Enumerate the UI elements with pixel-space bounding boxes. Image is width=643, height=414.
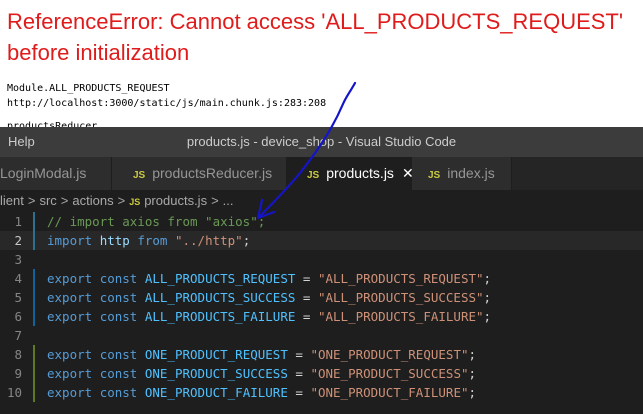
window-title: products.js - device_shop - Visual Studi… [186,134,457,149]
tab-label: index.js [447,165,495,181]
line-number: 9 [14,366,22,381]
tab-label: productsReducer.js [152,165,273,181]
gutter-change-marker [33,345,35,364]
code-text: export const ALL_PRODUCTS_REQUEST = "ALL… [47,271,492,286]
line-number: 10 [6,385,22,400]
js-file-icon: JS [428,170,441,181]
breadcrumb-item[interactable]: lient [0,190,24,212]
browser-error-overlay: ReferenceError: Cannot access 'ALL_PRODU… [0,0,643,132]
code-line[interactable]: 6 export const ALL_PRODUCTS_FAILURE = "AL… [0,307,643,326]
code-text: export const ONE_PRODUCT_SUCCESS = "ONE_… [47,366,477,381]
breadcrumb-file[interactable]: products.js [144,190,207,212]
code-line[interactable]: 9 export const ONE_PRODUCT_SUCCESS = "ONE… [0,364,643,383]
line-number: 6 [14,309,22,324]
error-stack-line: Module.ALL_PRODUCTS_REQUEST [7,83,170,94]
code-line[interactable]: 1 // import axios from "axios"; [0,212,643,231]
gutter-change-marker [33,269,35,288]
error-title: ReferenceError: Cannot access 'ALL_PRODU… [7,9,624,65]
code-editor[interactable]: 1 // import axios from "axios"; 2 import ht… [0,212,643,414]
code-text: export const ONE_PRODUCT_FAILURE = "ONE_… [47,385,477,400]
code-line[interactable]: 7 [0,326,643,345]
tab-products-reducer[interactable]: JS productsReducer.js [112,157,287,190]
line-number: 1 [14,214,22,229]
chevron-right-icon: > [117,193,126,208]
gutter-change-marker [33,212,35,231]
tab-index[interactable]: JS index.js [412,157,512,190]
error-stack-link[interactable]: http://localhost:3000/static/js/main.chu… [7,98,326,109]
gutter-change-marker [33,231,35,250]
code-line[interactable]: 2 import http from "../http"; [0,231,643,250]
code-text: export const ALL_PRODUCTS_SUCCESS = "ALL… [47,290,492,305]
js-file-icon: JS [133,170,146,181]
js-file-icon: JS [129,197,141,207]
menu-help[interactable]: Help [8,134,35,149]
code-line[interactable]: 5 export const ALL_PRODUCTS_SUCCESS = "AL… [0,288,643,307]
code-text: export const ALL_PRODUCTS_FAILURE = "ALL… [47,309,492,324]
line-number: 3 [14,252,22,267]
breadcrumb-item[interactable]: actions [72,190,113,212]
gutter-change-marker [33,307,35,326]
line-number: 4 [14,271,22,286]
breadcrumb-symbols[interactable]: ... [223,190,234,212]
code-line[interactable]: 4 export const ALL_PRODUCTS_REQUEST = "AL… [0,269,643,288]
editor-tab-bar: LoginModal.js JS productsReducer.js JS pro… [0,157,643,190]
tab-login-modal[interactable]: LoginModal.js [0,157,112,190]
line-number: 2 [14,233,22,248]
gutter-change-marker [33,364,35,383]
line-number: 5 [14,290,22,305]
tab-products[interactable]: JS products.js ✕ [287,157,414,190]
title-bar: products.js - device_shop - Visual Studi… [0,127,643,157]
gutter-change-marker [33,288,35,307]
chevron-right-icon: > [27,193,36,208]
line-number: 7 [14,328,22,343]
chevron-right-icon: > [60,193,69,208]
vscode-window: products.js - device_shop - Visual Studi… [0,127,643,414]
breadcrumb-item[interactable]: src [39,190,56,212]
js-file-icon: JS [307,170,320,181]
code-line[interactable]: 8 export const ONE_PRODUCT_REQUEST = "ONE… [0,345,643,364]
code-line[interactable]: 10 export const ONE_PRODUCT_FAILURE = "ON… [0,383,643,402]
code-line[interactable]: 3 [0,250,643,269]
code-text: import http from "../http"; [47,233,251,248]
breadcrumb: lient > src > actions > JS products.js >... [0,190,643,212]
chevron-right-icon: > [211,193,219,208]
tab-label: products.js [326,165,394,181]
code-text: export const ONE_PRODUCT_REQUEST = "ONE_… [47,347,477,362]
code-text: // import axios from "axios"; [47,214,266,229]
gutter-change-marker [33,383,35,402]
tab-label: LoginModal.js [0,165,87,181]
line-number: 8 [14,347,22,362]
